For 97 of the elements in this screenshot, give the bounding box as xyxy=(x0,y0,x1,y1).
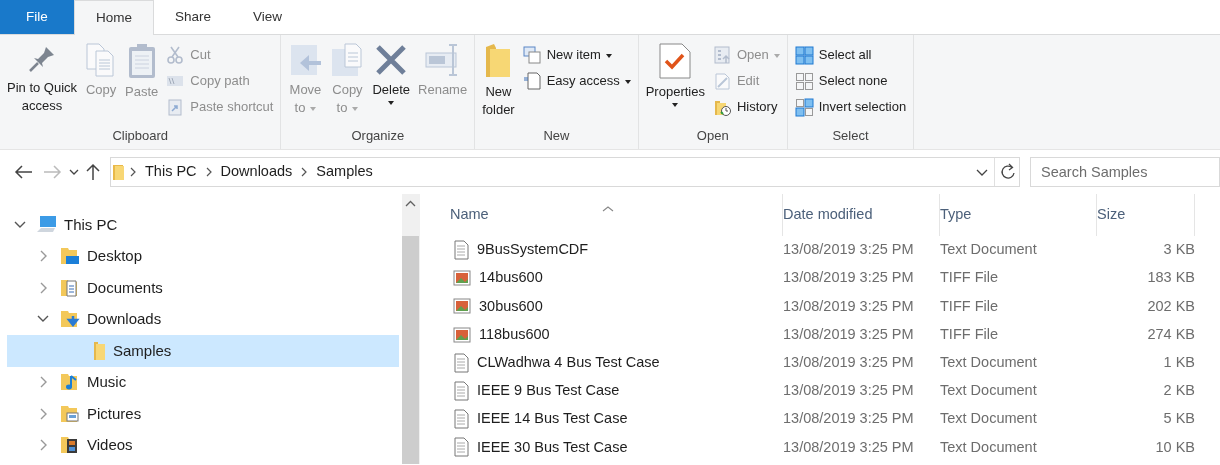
select-all-icon xyxy=(794,45,814,65)
text-file-icon xyxy=(453,240,469,261)
ribbon-group-label: Clipboard xyxy=(111,127,170,145)
ribbon-tab[interactable]: View xyxy=(232,0,304,34)
date-cell-text: 13/08/2019 3:25 PM xyxy=(783,381,915,401)
ribbon-button[interactable]: Pin to Quick access xyxy=(4,39,81,125)
file-name: IEEE 9 Bus Test Case xyxy=(477,381,620,401)
ribbon-button[interactable]: Select all xyxy=(791,42,910,68)
size-cell-text: 10 KB xyxy=(1154,437,1195,457)
size-cell-text: 183 KB xyxy=(1146,268,1195,288)
image-file-icon xyxy=(453,298,471,315)
ribbon-button[interactable]: Easy access xyxy=(519,68,634,94)
recent-locations-icon xyxy=(69,169,79,175)
navigation-item[interactable]: Videos xyxy=(7,429,399,461)
chevron-right-icon xyxy=(301,167,308,177)
ribbon-button[interactable]: Select none xyxy=(791,68,910,94)
folder-icon xyxy=(94,341,105,360)
date-cell-text: 13/08/2019 3:25 PM xyxy=(783,296,915,316)
type-cell-text: TIFF File xyxy=(940,268,999,288)
file-name: 9BusSystemCDF xyxy=(477,240,589,260)
address-field[interactable]: This PC Downloads Samples xyxy=(110,157,1020,187)
move-icon xyxy=(288,43,323,77)
breadcrumb-link[interactable]: Samples xyxy=(312,161,377,183)
text-file-icon xyxy=(453,381,469,402)
type-cell-text: Text Document xyxy=(940,352,1038,372)
image-file-icon xyxy=(453,270,471,287)
type-cell-text: Text Document xyxy=(940,409,1038,429)
date-cell-text: 13/08/2019 3:25 PM xyxy=(783,352,915,372)
size-cell-text: 2 KB xyxy=(1162,381,1195,401)
type-cell-text: Text Document xyxy=(940,437,1038,457)
text-file-icon xyxy=(453,352,469,373)
file-name: 14bus600 xyxy=(479,268,543,288)
chevron-right-icon xyxy=(205,167,212,177)
file-name: 118bus600 xyxy=(479,324,550,344)
ribbon-tab[interactable]: Home xyxy=(74,0,154,35)
date-cell-text: 13/08/2019 3:25 PM xyxy=(783,324,915,344)
ribbon-tab[interactable]: Share xyxy=(154,0,233,34)
breadcrumb-link[interactable]: This PC xyxy=(141,161,201,183)
navigation-item[interactable]: Music xyxy=(7,366,399,398)
open-icon xyxy=(712,45,732,65)
type-cell-text: Text Document xyxy=(940,240,1038,260)
ribbon-group-label: New xyxy=(542,127,571,145)
new-item-icon xyxy=(522,45,542,65)
document-icon xyxy=(522,71,542,91)
ribbon-group-label: Open xyxy=(695,127,730,145)
file-name: CLWadhwa 4 Bus Test Case xyxy=(477,352,660,372)
ribbon-button[interactable]: Properties xyxy=(642,39,708,125)
copy-to-icon xyxy=(330,43,365,77)
ribbon-button[interactable]: New item xyxy=(519,42,634,68)
file-name: 30bus600 xyxy=(479,296,543,316)
ribbon-button[interactable]: History xyxy=(709,94,783,120)
navigation-item[interactable]: Pictures xyxy=(7,398,399,430)
ribbon-button[interactable]: New folder xyxy=(479,39,518,125)
type-cell-text: TIFF File xyxy=(940,296,999,316)
navigation-item[interactable]: Documents xyxy=(7,272,399,304)
size-cell-text: 5 KB xyxy=(1162,409,1195,429)
type-cell-text: TIFF File xyxy=(940,324,999,344)
column-header[interactable]: Type xyxy=(940,194,1097,236)
pencil-icon xyxy=(712,71,732,91)
search-field[interactable]: Search Samples xyxy=(1030,157,1220,187)
size-cell-text: 202 KB xyxy=(1146,296,1195,316)
ribbon-button[interactable]: Delete xyxy=(369,39,414,125)
column-header[interactable]: Date modified xyxy=(783,194,940,236)
image-file-icon xyxy=(453,326,471,343)
close-icon xyxy=(374,43,409,77)
file-name: IEEE 30 Bus Test Case xyxy=(477,437,628,457)
date-cell-text: 13/08/2019 3:25 PM xyxy=(783,268,915,288)
scissors-icon xyxy=(166,45,186,65)
navigation-item[interactable]: This PC xyxy=(7,209,399,241)
type-cell-text: Text Document xyxy=(940,381,1038,401)
date-cell-text: 13/08/2019 3:25 PM xyxy=(783,240,915,260)
size-cell-text: 1 KB xyxy=(1162,352,1195,372)
text-file-icon xyxy=(453,409,469,430)
file-name: IEEE 14 Bus Test Case xyxy=(477,409,628,429)
text-file-icon xyxy=(453,437,469,458)
ribbon-group-label: Select xyxy=(831,127,870,145)
navigation-item[interactable]: Desktop xyxy=(7,240,399,272)
file-menu-tab[interactable]: File xyxy=(0,0,74,34)
size-cell-text: 3 KB xyxy=(1162,240,1195,260)
navigation-item[interactable]: Samples xyxy=(7,335,399,367)
navigation-item[interactable]: Downloads xyxy=(7,303,399,335)
ribbon-group-label: Organize xyxy=(350,127,406,145)
column-header[interactable]: Size xyxy=(1097,194,1195,236)
date-cell-text: 13/08/2019 3:25 PM xyxy=(783,409,915,429)
invert-selection-icon xyxy=(794,97,814,117)
column-header[interactable]: Name xyxy=(450,194,783,236)
scrollbar[interactable] xyxy=(402,194,419,464)
size-cell-text: 274 KB xyxy=(1146,324,1195,344)
folder-icon xyxy=(111,163,125,181)
select-none-icon xyxy=(794,71,814,91)
clipboard-icon xyxy=(126,43,157,79)
breadcrumb-link[interactable]: Downloads xyxy=(216,161,297,183)
chevron-right-icon xyxy=(130,167,136,177)
date-cell-text: 13/08/2019 3:25 PM xyxy=(783,437,915,457)
properties-icon xyxy=(659,43,692,79)
ribbon-button[interactable]: Invert selection xyxy=(791,94,910,120)
folder-icon xyxy=(484,43,513,79)
